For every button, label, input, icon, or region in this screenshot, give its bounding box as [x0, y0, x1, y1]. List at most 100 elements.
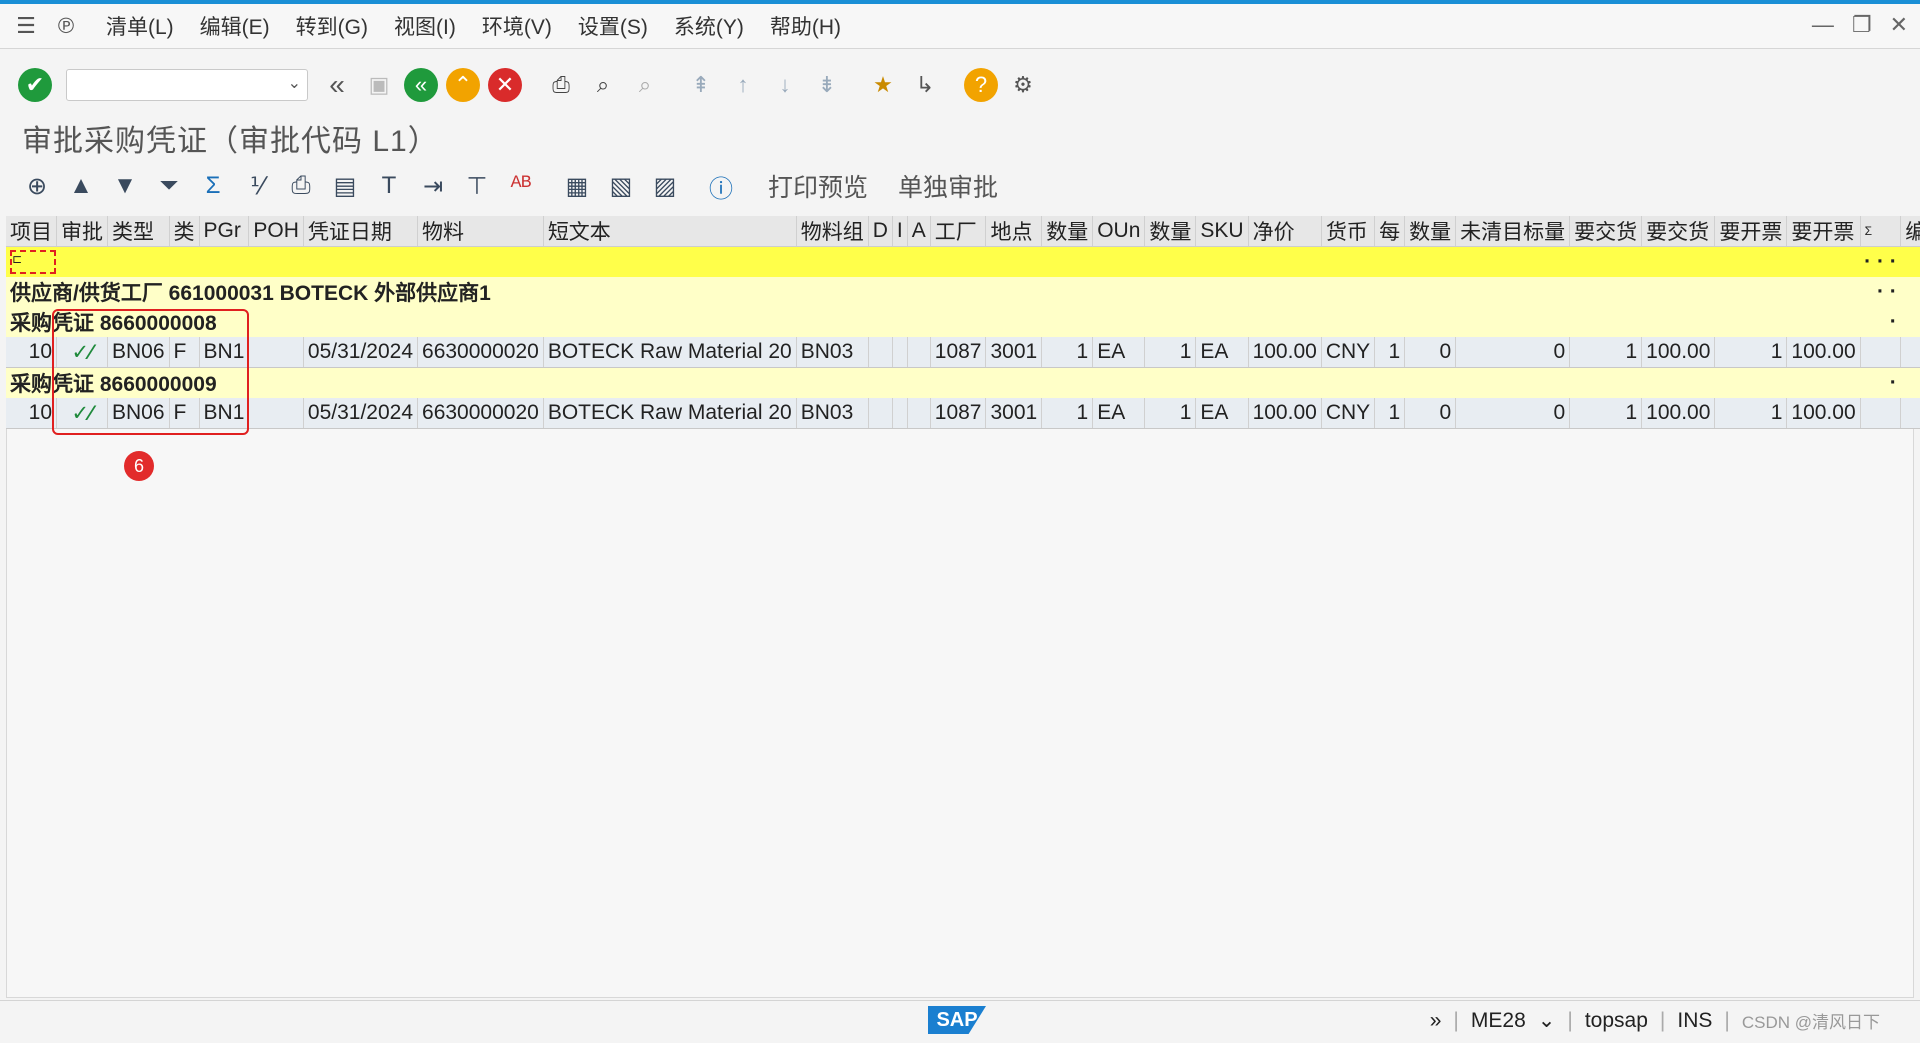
col-header[interactable]: 每	[1374, 216, 1406, 247]
total-row[interactable]: ⊏ · · · 2	[6, 246, 1920, 277]
cell-to-invoice-value: 100.00	[1786, 398, 1861, 429]
col-header[interactable]: 数量	[1041, 216, 1094, 247]
menu-help[interactable]: 帮助(H)	[770, 11, 841, 41]
exit-icon[interactable]: ⌃	[446, 68, 480, 102]
minimize-icon[interactable]: —	[1812, 12, 1834, 38]
cell-net-price: 100.00	[1248, 398, 1322, 429]
enter-icon[interactable]: ✔	[18, 68, 52, 102]
col-header[interactable]: 净价	[1248, 216, 1322, 247]
col-header[interactable]: A	[907, 216, 931, 247]
col-header[interactable]: I	[892, 216, 908, 247]
col-header[interactable]: 项目	[6, 216, 57, 247]
col-header[interactable]: 物料	[417, 216, 544, 247]
local-file-icon[interactable]: ⇥	[416, 169, 450, 203]
abc-analysis-icon[interactable]: ᴬᴮ	[504, 169, 538, 203]
menu-icon[interactable]: ☰	[12, 12, 40, 40]
back-green-icon[interactable]: «	[404, 68, 438, 102]
cell-sloc: 3001	[985, 398, 1043, 429]
col-header[interactable]: 短文本	[543, 216, 797, 247]
sum-icon[interactable]: Σ	[196, 169, 230, 203]
cell-qty3: 0	[1404, 398, 1457, 429]
sort-descending-icon[interactable]: ▼	[108, 169, 142, 203]
col-header[interactable]: 未清目标量	[1455, 216, 1571, 247]
cell-matl-group: BN03	[796, 337, 869, 368]
col-header[interactable]: 工厂	[930, 216, 987, 247]
col-header[interactable]: 要开票	[1714, 216, 1788, 247]
first-page-icon[interactable]: ⇞	[684, 68, 718, 102]
help-icon[interactable]: ?	[964, 68, 998, 102]
cell-date: 05/31/2024	[303, 398, 419, 429]
po-group-row[interactable]: 采购凭证 8660000008 · 1	[6, 307, 1920, 337]
menu-view[interactable]: 视图(I)	[394, 11, 456, 41]
menu-goto[interactable]: 转到(G)	[296, 11, 368, 41]
insert-mode[interactable]: INS	[1677, 1009, 1712, 1033]
close-icon[interactable]: ✕	[1890, 12, 1908, 38]
change-layout-icon[interactable]: ▦	[560, 169, 594, 203]
select-layout-icon[interactable]: ▧	[604, 169, 638, 203]
next-page-icon[interactable]: ↓	[768, 68, 802, 102]
col-header[interactable]: 数量	[1404, 216, 1457, 247]
status-separator: |	[1659, 1008, 1666, 1032]
prev-page-icon[interactable]: ↑	[726, 68, 760, 102]
settings-icon[interactable]: ⚙	[1006, 68, 1040, 102]
export-excel-icon[interactable]: ▤	[328, 169, 362, 203]
col-header[interactable]: 类	[169, 216, 200, 247]
word-processing-icon[interactable]: T	[372, 169, 406, 203]
vendor-group-count: 2	[1901, 277, 1920, 307]
print-preview-icon[interactable]: ⎙	[284, 169, 318, 203]
save-layout-icon[interactable]: ▨	[648, 169, 682, 203]
command-field[interactable]: ⌄	[66, 69, 308, 101]
table-row[interactable]: 10 ✓⁄ BN06 F BN1 05/31/2024 6630000020 B…	[6, 337, 1920, 368]
col-header[interactable]: 编号	[1900, 216, 1920, 247]
col-header[interactable]: PGr	[199, 216, 250, 247]
info-icon[interactable]: ⓘ	[704, 169, 738, 203]
menu-edit[interactable]: 编辑(E)	[200, 11, 270, 41]
last-page-icon[interactable]: ⇟	[810, 68, 844, 102]
menu-list[interactable]: 清单(L)	[106, 11, 174, 41]
chevron-down-icon[interactable]: ⌄	[1538, 1008, 1556, 1033]
cell-oun: EA	[1092, 398, 1146, 429]
sap-gui-icon[interactable]: ℗	[52, 12, 80, 40]
col-header[interactable]: 要交货	[1641, 216, 1716, 247]
print-preview-button[interactable]: 打印预览	[768, 168, 868, 204]
sort-ascending-icon[interactable]: ▲	[64, 169, 98, 203]
single-approve-button[interactable]: 单独审批	[898, 168, 998, 204]
col-header[interactable]: 凭证日期	[303, 216, 419, 247]
col-header[interactable]: 要交货	[1569, 216, 1643, 247]
transaction-code[interactable]: ME28	[1471, 1009, 1526, 1033]
menu-environment[interactable]: 环境(V)	[482, 11, 552, 41]
back-icon[interactable]: «	[320, 68, 354, 102]
col-header[interactable]: SKU	[1195, 216, 1249, 247]
col-header[interactable]: 类型	[107, 216, 170, 247]
sum-level-icon[interactable]: ⊏	[10, 250, 56, 275]
table-row[interactable]: 10 ✓⁄ BN06 F BN1 05/31/2024 6630000020 B…	[6, 398, 1920, 429]
print-icon[interactable]: ⎙	[544, 68, 578, 102]
col-header[interactable]: POH	[248, 216, 304, 247]
col-header[interactable]: 物料组	[796, 216, 869, 247]
restore-icon[interactable]: ❐	[1852, 12, 1872, 38]
shortcut-icon[interactable]: ↳	[908, 68, 942, 102]
filter-icon[interactable]: ⏷	[152, 169, 186, 203]
po-group-row[interactable]: 采购凭证 8660000009 · 1	[6, 367, 1920, 398]
col-header[interactable]: D	[868, 216, 893, 247]
col-header[interactable]: 要开票	[1786, 216, 1861, 247]
chevron-down-icon[interactable]: ⌄	[288, 73, 301, 93]
col-header[interactable]: 货币	[1321, 216, 1376, 247]
details-icon[interactable]: ⊕	[20, 169, 54, 203]
cancel-icon[interactable]: ✕	[488, 68, 522, 102]
vendor-group-row[interactable]: 供应商/供货工厂 661000031 BOTECK 外部供应商1 · · 2	[6, 277, 1920, 307]
col-header[interactable]: Σ	[1860, 216, 1902, 247]
subtotal-icon[interactable]: ⅟	[240, 169, 274, 203]
col-header[interactable]: 地点	[985, 216, 1043, 247]
find-next-icon[interactable]: ⌕	[628, 68, 662, 102]
menu-system[interactable]: 系统(Y)	[674, 11, 744, 41]
menu-settings[interactable]: 设置(S)	[578, 11, 648, 41]
col-header[interactable]: 审批	[56, 216, 108, 247]
col-header[interactable]: OUn	[1092, 216, 1146, 247]
send-icon[interactable]: ⊤	[460, 169, 494, 203]
find-icon[interactable]: ⌕	[586, 68, 620, 102]
col-header[interactable]: 数量	[1144, 216, 1197, 247]
expand-status-icon[interactable]: »	[1430, 1009, 1442, 1033]
save-icon[interactable]: ▣	[362, 68, 396, 102]
new-session-icon[interactable]: ★	[866, 68, 900, 102]
